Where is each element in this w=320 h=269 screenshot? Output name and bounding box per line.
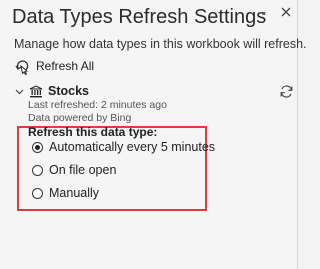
refresh-all-button[interactable]: Refresh All bbox=[14, 55, 94, 77]
data-type-name: Stocks bbox=[48, 84, 89, 98]
radio-button[interactable] bbox=[32, 164, 43, 176]
refresh-all-icon bbox=[15, 60, 29, 75]
radio-button-selected[interactable] bbox=[32, 141, 43, 153]
pane-title: Data Types Refresh Settings bbox=[12, 6, 267, 28]
data-type-header[interactable]: Stocks bbox=[15, 84, 89, 98]
radio-option-label: On file open bbox=[49, 163, 117, 177]
radio-option-automatically[interactable]: Automatically every 5 minutes bbox=[32, 140, 215, 154]
radio-option-label: Manually bbox=[49, 186, 100, 200]
pane-description: Manage how data types in this workbook w… bbox=[14, 37, 307, 51]
close-icon[interactable] bbox=[280, 6, 292, 18]
refresh-icon[interactable] bbox=[279, 84, 294, 99]
last-refreshed-text: Last refreshed: 2 minutes ago bbox=[28, 99, 167, 111]
chevron-down-icon[interactable] bbox=[258, 8, 268, 18]
radio-option-label: Automatically every 5 minutes bbox=[49, 140, 216, 154]
data-types-refresh-pane: Data Types Refresh Settings Manage how d… bbox=[0, 0, 307, 269]
refresh-options-label: Refresh this data type: bbox=[28, 125, 158, 139]
chevron-down-icon[interactable] bbox=[15, 87, 24, 96]
radio-button[interactable] bbox=[32, 187, 43, 199]
data-provider-text: Data powered by Bing bbox=[28, 112, 132, 124]
refresh-all-label: Refresh All bbox=[36, 59, 95, 73]
radio-option-on-file-open[interactable]: On file open bbox=[32, 163, 116, 177]
radio-option-manually[interactable]: Manually bbox=[32, 186, 99, 200]
bank-icon bbox=[29, 84, 43, 97]
